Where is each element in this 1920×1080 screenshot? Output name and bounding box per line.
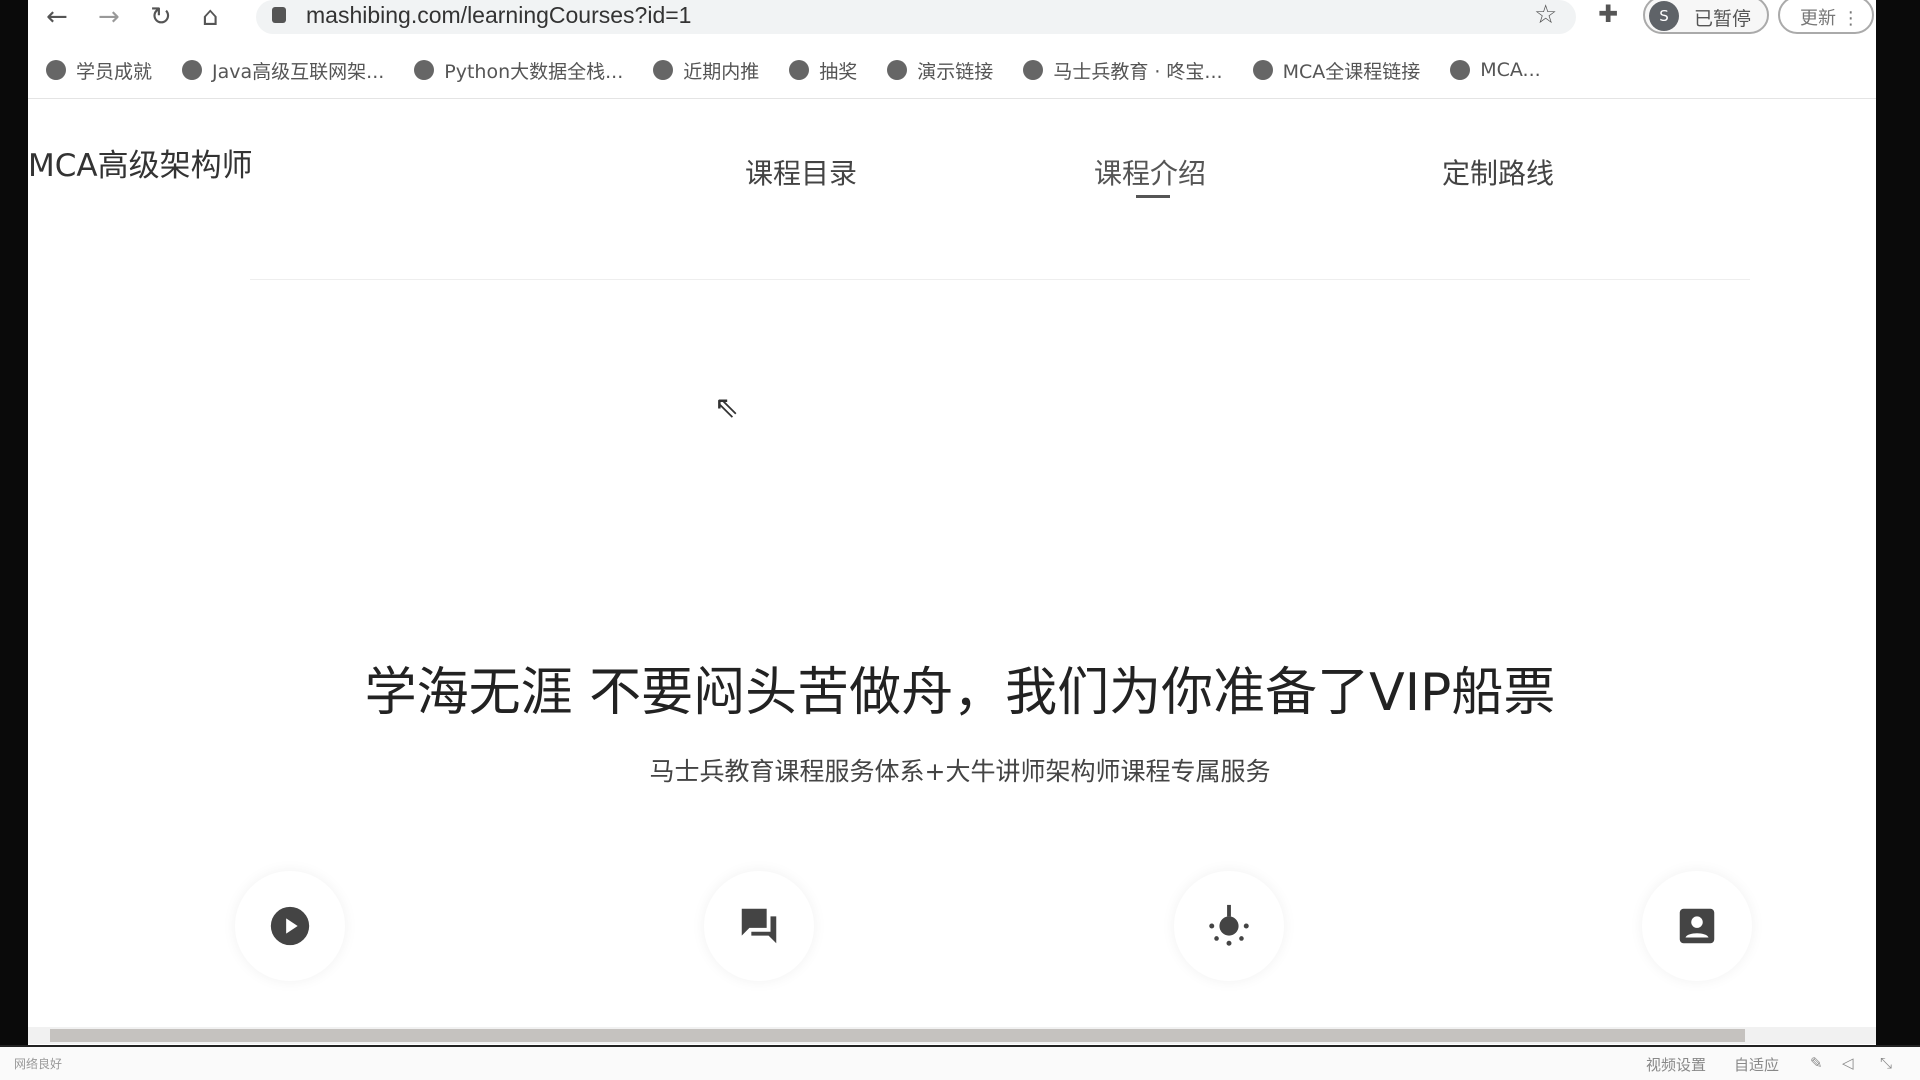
mic-off-icon[interactable]: ✎ <box>1810 1054 1823 1072</box>
bookmark-item[interactable]: 抽奖 <box>789 50 857 90</box>
bookmark-label: 马士兵教育 · 咚宝... <box>1053 60 1223 83</box>
contact-icon <box>1679 908 1715 944</box>
tab-custom-route[interactable]: 定制路线 <box>1442 152 1554 192</box>
bookmark-item[interactable]: 演示链接 <box>887 50 993 90</box>
feature-contact[interactable] <box>1642 871 1752 981</box>
feature-play[interactable] <box>235 871 345 981</box>
bookmark-icon <box>1252 60 1273 80</box>
back-icon[interactable]: ← <box>46 2 68 32</box>
bookmark-label: 抽奖 <box>819 60 858 83</box>
video-settings-button[interactable]: 视频设置 <box>1646 1054 1706 1075</box>
bookmarks-bar: 学员成就 Java高级互联网架... Python大数据全栈... 近期内推 抽… <box>28 50 1876 90</box>
bookmark-label: 学员成就 <box>76 60 153 83</box>
site-logo[interactable]: MCA高级架构师 <box>28 140 253 185</box>
bookmark-icon <box>414 60 435 80</box>
exit-fullscreen-icon[interactable]: ⤡ <box>1880 1054 1892 1072</box>
bookmark-label: Java高级互联网架... <box>212 60 385 83</box>
bookmark-label: MCA... <box>1480 59 1541 81</box>
tab-course-intro[interactable]: 课程介绍 <box>1094 152 1206 192</box>
bookmark-star-icon[interactable]: ☆ <box>1534 0 1557 30</box>
bookmark-item[interactable]: Python大数据全栈... <box>414 50 623 90</box>
network-status: 网络良好 <box>14 1057 63 1071</box>
player-status-bar <box>0 1045 1920 1080</box>
home-icon[interactable]: ⌂ <box>202 2 219 32</box>
scrollbar-thumb[interactable] <box>50 1029 1745 1042</box>
right-black-border <box>1876 0 1920 1045</box>
avatar[interactable]: S <box>1649 1 1679 31</box>
volume-icon[interactable]: ◁ <box>1842 1054 1854 1072</box>
chat-icon <box>741 908 777 944</box>
bookmark-icon <box>1450 60 1471 80</box>
play-icon <box>270 906 310 946</box>
bookmark-icon <box>46 60 66 80</box>
adaptive-button[interactable]: 自适应 <box>1734 1054 1779 1075</box>
bookmark-icon <box>182 60 203 80</box>
bookmark-label: 近期内推 <box>683 60 760 83</box>
profile-status: 已暂停 <box>1694 8 1752 30</box>
update-label: 更新 <box>1800 8 1836 29</box>
bookmark-item[interactable]: 学员成就 <box>46 50 152 90</box>
subtitle: 马士兵教育课程服务体系+大牛讲师架构师课程专属服务 <box>649 757 1271 786</box>
tab-course-catalog[interactable]: 课程目录 <box>745 152 857 192</box>
update-button[interactable]: 更新 ⋮ <box>1778 0 1874 34</box>
globe-icon <box>887 60 908 80</box>
feature-bulb[interactable] <box>1174 871 1284 981</box>
bookmark-item[interactable]: Java高级互联网架... <box>182 50 384 90</box>
globe-icon <box>1023 60 1044 80</box>
forward-icon[interactable]: → <box>98 2 120 32</box>
bulb-icon <box>1209 904 1249 946</box>
bookmark-item[interactable]: MCA全课程链接 <box>1252 50 1421 90</box>
bookmark-label: MCA全课程链接 <box>1282 60 1421 83</box>
mouse-cursor-icon: ⇖ <box>714 390 740 425</box>
feature-chat[interactable] <box>704 871 814 981</box>
bookmark-item[interactable]: MCA... <box>1450 50 1541 90</box>
extensions-icon[interactable]: ✚ <box>1598 0 1618 28</box>
bookmark-label: 演示链接 <box>917 60 994 83</box>
divider <box>28 98 1876 99</box>
headline: 学海无涯 不要闷头苦做舟，我们为你准备了VIP船票 <box>364 663 1556 723</box>
bookmark-item[interactable]: 近期内推 <box>653 50 759 90</box>
lock-icon <box>272 7 286 23</box>
globe-icon <box>789 60 810 80</box>
faded-content-card <box>250 200 1750 280</box>
left-black-border <box>0 0 28 1045</box>
bookmark-icon <box>653 60 674 80</box>
reload-icon[interactable]: ↻ <box>150 2 172 32</box>
bookmark-label: Python大数据全栈... <box>444 60 624 83</box>
bookmark-item[interactable]: 马士兵教育 · 咚宝... <box>1023 50 1223 90</box>
active-tab-indicator <box>1136 195 1170 198</box>
url-text[interactable]: mashibing.com/learningCourses?id=1 <box>306 2 691 29</box>
